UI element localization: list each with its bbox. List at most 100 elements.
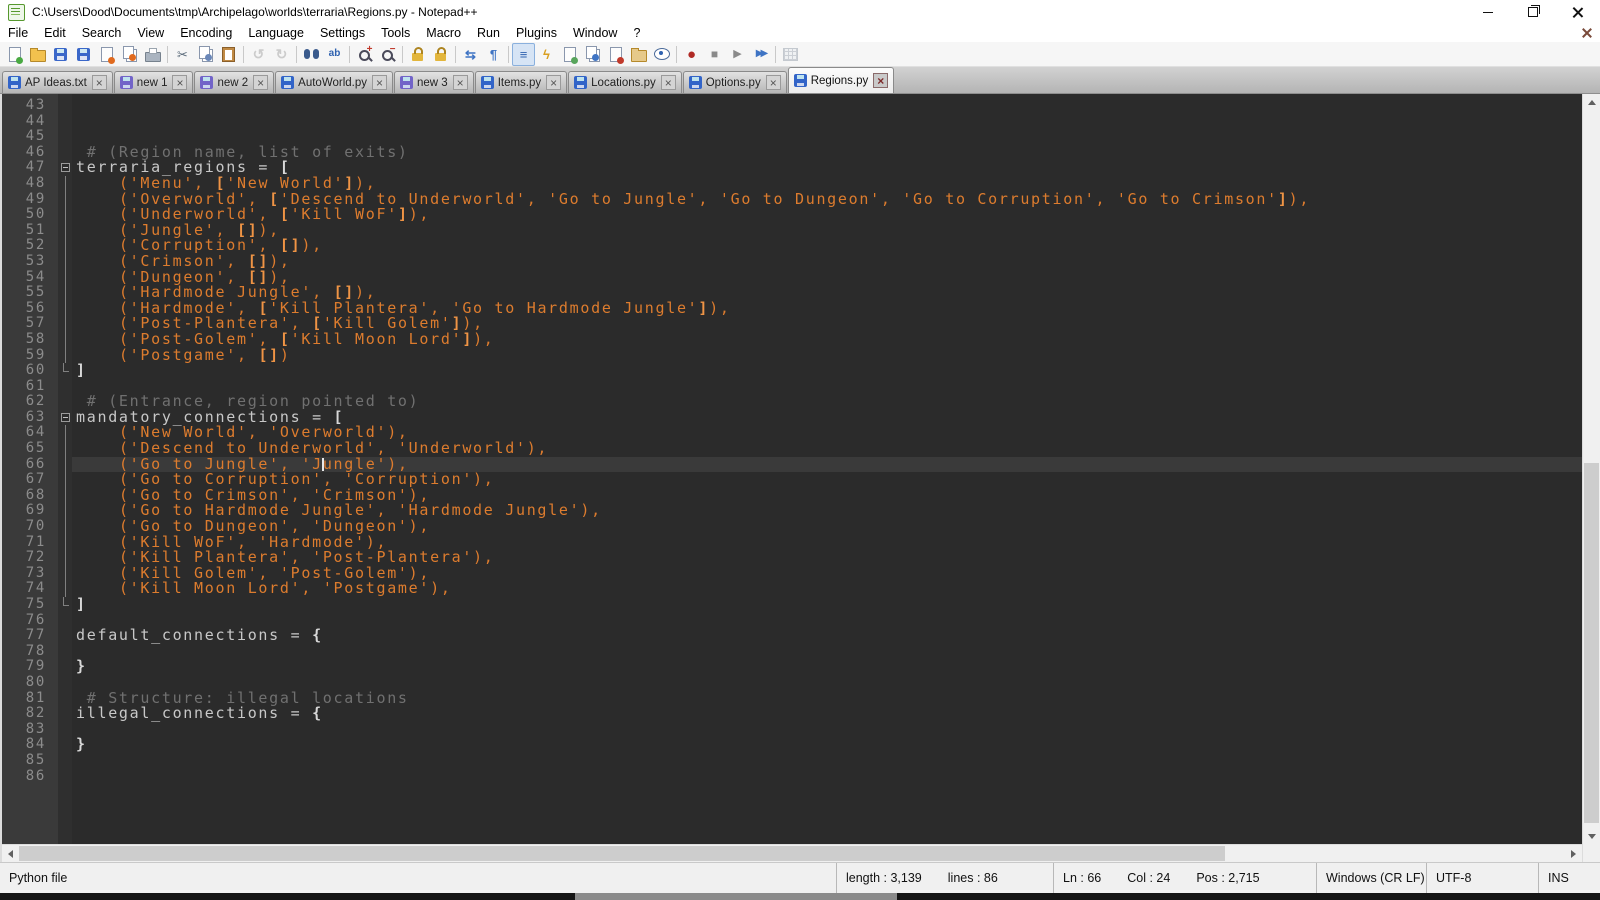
vertical-scroll-track[interactable] bbox=[1583, 111, 1600, 828]
code-text[interactable] bbox=[72, 98, 1582, 114]
code-text[interactable]: ] bbox=[72, 363, 1582, 379]
paste-icon[interactable] bbox=[217, 43, 240, 66]
menu-item-view[interactable]: View bbox=[129, 24, 172, 42]
zoom-out-icon[interactable]: − bbox=[376, 43, 399, 66]
vertical-scrollbar[interactable] bbox=[1582, 94, 1600, 862]
sync-vertical-scroll-icon[interactable] bbox=[406, 43, 429, 66]
redo-icon[interactable]: ↻ bbox=[270, 43, 293, 66]
tab-close-icon[interactable] bbox=[661, 75, 676, 90]
record-macro-icon[interactable]: ● bbox=[680, 43, 703, 66]
close-document-icon[interactable] bbox=[1580, 26, 1594, 40]
code-text[interactable]: ('Kill Moon Lord', 'Postgame'), bbox=[72, 581, 1582, 597]
scroll-down-button[interactable] bbox=[1583, 828, 1600, 845]
print-icon[interactable] bbox=[141, 43, 164, 66]
menu-item-search[interactable]: Search bbox=[74, 24, 130, 42]
tab-new-1[interactable]: new 1 bbox=[114, 71, 194, 93]
code-area[interactable]: 43444546 # (Region name, list of exits)4… bbox=[2, 94, 1582, 844]
save-all-icon[interactable] bbox=[72, 43, 95, 66]
status-eol-format[interactable]: Windows (CR LF) bbox=[1316, 863, 1426, 893]
new-file-icon[interactable] bbox=[3, 43, 26, 66]
mark-style-icon[interactable] bbox=[604, 43, 627, 66]
fold-margin[interactable] bbox=[58, 410, 72, 426]
menu-item-plugins[interactable]: Plugins bbox=[508, 24, 565, 42]
code-text[interactable]: ('Corruption', []), bbox=[72, 238, 1582, 254]
tab-ap-ideas-txt[interactable]: AP Ideas.txt bbox=[2, 71, 113, 93]
menu-item-encoding[interactable]: Encoding bbox=[172, 24, 240, 42]
status-encoding[interactable]: UTF-8 bbox=[1426, 863, 1538, 893]
cut-icon[interactable]: ✂ bbox=[171, 43, 194, 66]
zoom-in-icon[interactable]: + bbox=[353, 43, 376, 66]
close-all-files-icon[interactable] bbox=[118, 43, 141, 66]
tab-new-3[interactable]: new 3 bbox=[394, 71, 474, 93]
code-text[interactable]: default_connections = { bbox=[72, 628, 1582, 644]
code-text[interactable]: ('Postgame', []) bbox=[72, 348, 1582, 364]
tab-close-icon[interactable] bbox=[253, 75, 268, 90]
tab-options-py[interactable]: Options.py bbox=[683, 71, 787, 93]
monitoring-eye-icon[interactable] bbox=[650, 43, 673, 66]
tab-items-py[interactable]: Items.py bbox=[475, 71, 567, 93]
minimize-button[interactable] bbox=[1465, 0, 1510, 24]
find-icon[interactable] bbox=[300, 43, 323, 66]
run-macro-multiple-icon[interactable]: ▶▶ bbox=[749, 43, 772, 66]
save-macro-icon[interactable] bbox=[779, 43, 802, 66]
code-text[interactable]: illegal_connections = { bbox=[72, 706, 1582, 722]
restore-button[interactable] bbox=[1510, 0, 1555, 24]
code-text[interactable]: ('Crimson', []), bbox=[72, 254, 1582, 270]
tab-close-icon[interactable] bbox=[172, 75, 187, 90]
close-file-icon[interactable] bbox=[95, 43, 118, 66]
menu-item-macro[interactable]: Macro bbox=[418, 24, 469, 42]
code-text[interactable]: } bbox=[72, 659, 1582, 675]
close-button[interactable] bbox=[1555, 0, 1600, 24]
tab-locations-py[interactable]: Locations.py bbox=[568, 71, 682, 93]
scroll-left-button[interactable] bbox=[2, 845, 19, 862]
vertical-scroll-thumb[interactable] bbox=[1584, 463, 1599, 823]
tab-regions-py[interactable]: Regions.py bbox=[788, 67, 895, 93]
replace-icon[interactable]: ab bbox=[323, 43, 346, 66]
horizontal-scroll-thumb[interactable] bbox=[19, 846, 1225, 861]
tab-autoworld-py[interactable]: AutoWorld.py bbox=[275, 71, 393, 93]
tab-close-icon[interactable] bbox=[766, 75, 781, 90]
code-text[interactable]: ] bbox=[72, 597, 1582, 613]
status-insert-mode[interactable]: INS bbox=[1538, 863, 1600, 893]
fold-margin[interactable] bbox=[58, 160, 72, 176]
menu-item-file[interactable]: File bbox=[0, 24, 36, 42]
project-panel-icon[interactable] bbox=[627, 43, 650, 66]
code-text[interactable] bbox=[72, 114, 1582, 130]
fold-open-marker-icon[interactable] bbox=[61, 413, 70, 422]
show-all-characters-icon[interactable]: ¶ bbox=[482, 43, 505, 66]
code-text[interactable] bbox=[72, 753, 1582, 769]
scroll-up-button[interactable] bbox=[1583, 94, 1600, 111]
document-list-icon[interactable] bbox=[581, 43, 604, 66]
document-map-icon[interactable] bbox=[558, 43, 581, 66]
tab-new-2[interactable]: new 2 bbox=[194, 71, 274, 93]
tab-close-icon[interactable] bbox=[453, 75, 468, 90]
code-text[interactable]: ('Post-Golem', ['Kill Moon Lord']), bbox=[72, 332, 1582, 348]
function-list-icon[interactable]: ϟ bbox=[535, 43, 558, 66]
tab-close-icon[interactable] bbox=[873, 73, 888, 88]
code-text[interactable]: # (Region name, list of exits) bbox=[72, 145, 1582, 161]
save-icon[interactable] bbox=[49, 43, 72, 66]
sync-horizontal-scroll-icon[interactable] bbox=[429, 43, 452, 66]
play-macro-icon[interactable]: ▶ bbox=[726, 43, 749, 66]
open-file-icon[interactable] bbox=[26, 43, 49, 66]
menu-item-window[interactable]: Window bbox=[565, 24, 625, 42]
scroll-right-button[interactable] bbox=[1565, 845, 1582, 862]
code-text[interactable] bbox=[72, 722, 1582, 738]
menu-item-settings[interactable]: Settings bbox=[312, 24, 373, 42]
horizontal-scrollbar[interactable] bbox=[2, 844, 1582, 862]
code-text[interactable]: ('Underworld', ['Kill WoF']), bbox=[72, 207, 1582, 223]
copy-icon[interactable] bbox=[194, 43, 217, 66]
horizontal-scroll-track[interactable] bbox=[19, 845, 1565, 862]
menu-item-[interactable]: ? bbox=[625, 24, 648, 42]
tab-close-icon[interactable] bbox=[372, 75, 387, 90]
code-text[interactable] bbox=[72, 769, 1582, 785]
menu-item-tools[interactable]: Tools bbox=[373, 24, 418, 42]
stop-macro-icon[interactable]: ■ bbox=[703, 43, 726, 66]
indent-guide-icon[interactable]: ≡ bbox=[512, 43, 535, 66]
code-text[interactable]: } bbox=[72, 737, 1582, 753]
fold-open-marker-icon[interactable] bbox=[61, 163, 70, 172]
tab-close-icon[interactable] bbox=[92, 75, 107, 90]
tab-close-icon[interactable] bbox=[546, 75, 561, 90]
code-text[interactable] bbox=[72, 644, 1582, 660]
undo-icon[interactable]: ↺ bbox=[247, 43, 270, 66]
